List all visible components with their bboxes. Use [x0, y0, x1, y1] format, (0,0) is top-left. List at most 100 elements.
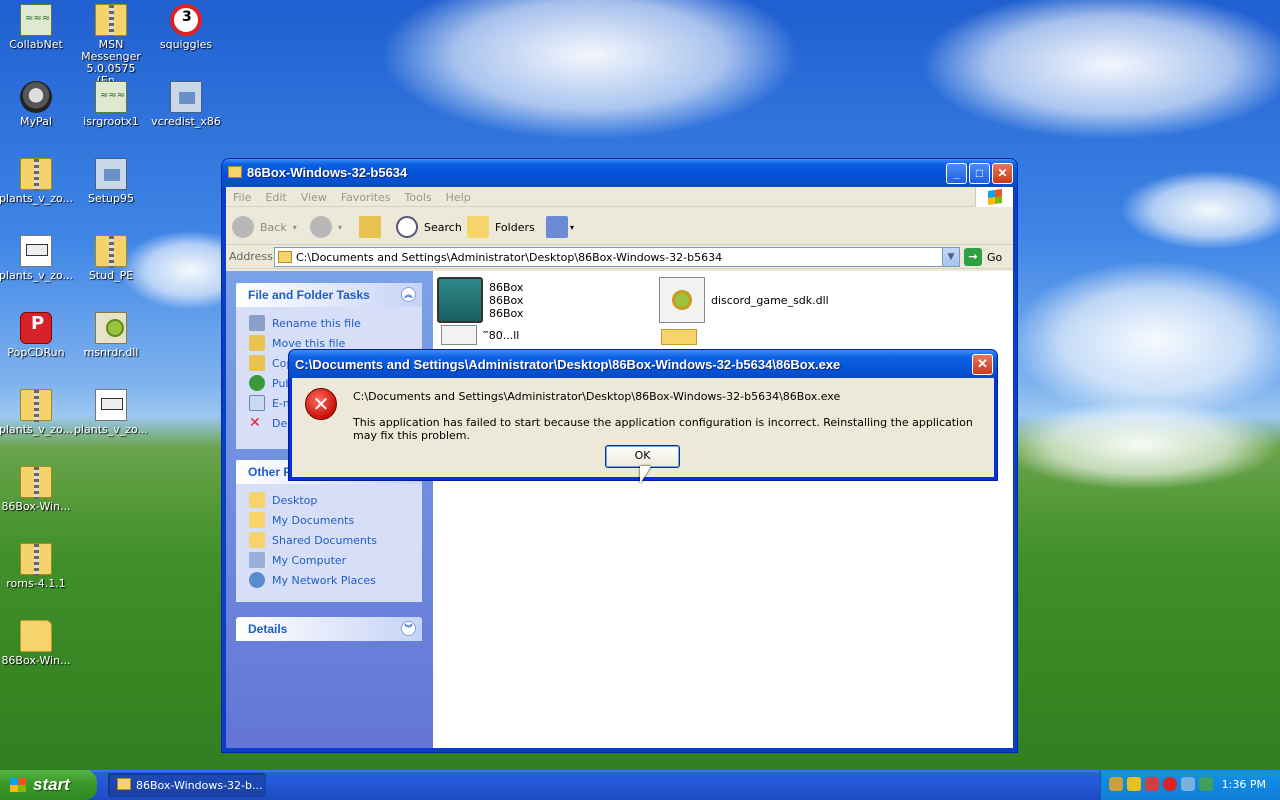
back-button[interactable]: Back ▾ — [232, 214, 297, 240]
dialog-titlebar[interactable]: C:\Documents and Settings\Administrator\… — [289, 350, 997, 378]
file-item-dll[interactable]: ‴80...ll — [441, 325, 519, 345]
desktop-icon-plants-doc-2[interactable]: plants_v_zo... — [73, 389, 149, 436]
desktop-icon-msn-messenger[interactable]: MSN Messenger 5.0.0575 (En... — [73, 4, 149, 87]
task-label: Move this file — [272, 336, 346, 350]
taskbar-window-label: 86Box-Windows-32-b... — [136, 779, 263, 792]
desktop-icon-label: CollabNet — [9, 38, 63, 51]
place-desktop[interactable]: Desktop — [249, 490, 422, 510]
menu-file[interactable]: File — [226, 187, 258, 204]
desktop-icon-label: 86Box-Win... — [1, 654, 71, 667]
panel-header[interactable]: File and Folder Tasks ︽ — [236, 283, 422, 307]
certificate-icon — [20, 4, 52, 36]
desktop-icon-roms[interactable]: roms-4.1.1 — [0, 543, 74, 590]
desktop-icon-mypal[interactable]: MyPal — [0, 81, 74, 128]
task-label: Rename this file — [272, 316, 361, 330]
setup-icon — [95, 158, 127, 190]
place-my-network[interactable]: My Network Places — [249, 570, 422, 590]
desktop-icon-isrgrootx1[interactable]: isrgrootx1 — [73, 81, 149, 128]
minimize-button[interactable]: _ — [946, 163, 967, 184]
forward-arrow-icon — [310, 216, 332, 238]
close-button[interactable]: ✕ — [992, 163, 1013, 184]
start-button[interactable]: start — [0, 770, 97, 800]
task-rename[interactable]: Rename this file — [249, 313, 422, 333]
toolbar: Back ▾ ▾ Search Folders ▾ — [226, 207, 1013, 245]
desktop-icon-plants-zip[interactable]: plants_v_zo... — [0, 158, 74, 205]
window-title: 86Box-Windows-32-b5634 — [247, 165, 408, 180]
cloud — [1000, 400, 1280, 490]
mouse-cursor-icon — [640, 466, 651, 484]
desktop-icon-label: roms-4.1.1 — [6, 577, 66, 590]
folder-icon — [117, 778, 131, 790]
place-my-documents[interactable]: My Documents — [249, 510, 422, 530]
address-input[interactable]: C:\Documents and Settings\Administrator\… — [274, 247, 960, 267]
ok-button[interactable]: OK — [605, 445, 680, 468]
folders-button[interactable]: Folders — [467, 214, 535, 240]
search-label: Search — [424, 220, 462, 234]
desktop-icon-plants-zip-2[interactable]: plants_v_zo... — [0, 389, 74, 436]
tray-sound-icon[interactable] — [1199, 777, 1213, 791]
menu-edit[interactable]: Edit — [258, 187, 293, 204]
popcdrun-icon — [20, 312, 52, 344]
go-button[interactable]: → Go — [964, 247, 1002, 267]
folders-icon — [467, 216, 489, 238]
place-my-computer[interactable]: My Computer — [249, 550, 422, 570]
desktop-icon-squiggles[interactable]: squiggles — [148, 4, 224, 51]
dialog-close-button[interactable]: ✕ — [972, 354, 993, 375]
tray-shield-icon[interactable] — [1127, 777, 1141, 791]
desktop-icon-msnrdr[interactable]: msnrdr.dll — [73, 312, 149, 359]
raccoon-icon — [20, 81, 52, 113]
desktop-icon-vcredist[interactable]: vcredist_x86 — [148, 81, 224, 128]
file-item-86box[interactable]: 86Box 86Box 86Box — [437, 277, 523, 323]
document-icon — [20, 235, 52, 267]
dll-icon — [95, 312, 127, 344]
desktop-icon-plants-doc[interactable]: plants_v_zo... — [0, 235, 74, 282]
file-item-discord-sdk[interactable]: discord_game_sdk.dll — [659, 277, 829, 323]
desktop-icon-setup95[interactable]: Setup95 — [73, 158, 149, 205]
window-titlebar[interactable]: 86Box-Windows-32-b5634 _ □ ✕ — [222, 159, 1017, 187]
maximize-button[interactable]: □ — [969, 163, 990, 184]
installer-icon — [170, 81, 202, 113]
tray-alert-icon[interactable] — [1163, 777, 1177, 791]
collapse-icon[interactable]: ︽ — [401, 287, 416, 302]
address-dropdown-button[interactable]: ▼ — [942, 248, 959, 266]
desktop-icon-collabnet[interactable]: CollabNet — [0, 4, 74, 51]
file-description: 86Box — [489, 293, 524, 307]
desktop-icon-popcdrun[interactable]: PopCDRun — [0, 312, 74, 359]
menu-tools[interactable]: Tools — [398, 187, 439, 204]
panel-header[interactable]: Details ︾ — [236, 617, 422, 641]
dialog-title: C:\Documents and Settings\Administrator\… — [295, 357, 841, 372]
desktop-icon-label: Stud_PE — [88, 269, 134, 282]
menu-favorites[interactable]: Favorites — [334, 187, 398, 204]
desktop-icon-label: MSN Messenger 5.0.0575 (En... — [81, 38, 141, 87]
zip-folder-icon — [20, 543, 52, 576]
chevron-down-icon: ▾ — [570, 222, 575, 232]
folder-icon[interactable] — [661, 329, 697, 345]
menu-help[interactable]: Help — [439, 187, 478, 204]
desktop-icon-stud-pe[interactable]: Stud_PE — [73, 235, 149, 282]
desktop-icon-label: plants_v_zo... — [0, 192, 74, 205]
desktop-icon-86box-folder[interactable]: 86Box-Win... — [0, 620, 74, 667]
zip-folder-icon — [95, 4, 127, 37]
back-arrow-icon — [232, 216, 254, 238]
desktop-icon-86box-zip[interactable]: 86Box-Win... — [0, 466, 74, 513]
rename-icon — [249, 315, 265, 331]
back-label: Back — [260, 220, 287, 234]
dll-icon — [659, 277, 705, 323]
views-button[interactable]: ▾ — [546, 214, 574, 240]
desktop-icon-label: plants_v_zo... — [0, 269, 74, 282]
dialog-message: This application has failed to start bec… — [353, 416, 973, 442]
forward-button[interactable]: ▾ — [310, 214, 342, 240]
folder-icon — [249, 492, 265, 508]
tray-users-icon[interactable] — [1181, 777, 1195, 791]
up-folder-button[interactable] — [359, 214, 387, 240]
error-dialog: C:\Documents and Settings\Administrator\… — [288, 349, 998, 481]
expand-icon[interactable]: ︾ — [401, 621, 416, 636]
taskbar-window-button[interactable]: 86Box-Windows-32-b... — [108, 773, 266, 797]
copy-icon — [249, 355, 265, 371]
menu-view[interactable]: View — [294, 187, 334, 204]
tray-app-icon[interactable] — [1145, 777, 1159, 791]
windows-logo-icon — [10, 778, 26, 792]
search-button[interactable]: Search — [396, 214, 462, 240]
tray-network-icon[interactable] — [1109, 777, 1123, 791]
place-shared-documents[interactable]: Shared Documents — [249, 530, 422, 550]
